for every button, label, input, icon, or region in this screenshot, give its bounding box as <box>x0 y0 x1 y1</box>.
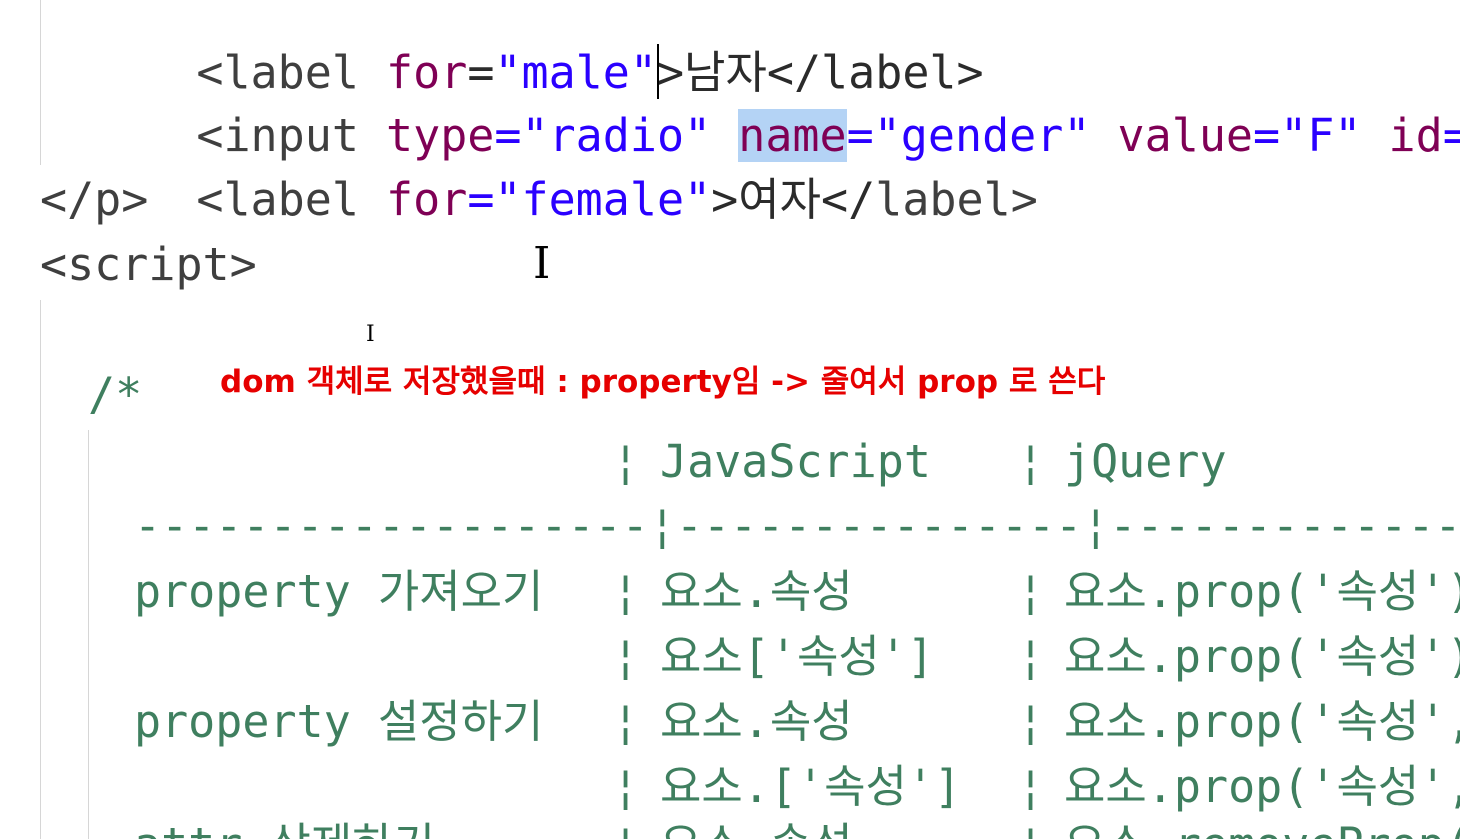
code-line: </p> <box>40 173 149 226</box>
table-divider: ¦ <box>1017 695 1045 748</box>
code-token: value <box>1090 109 1254 162</box>
code-token: label <box>223 173 359 226</box>
code-token: >여자</ <box>711 173 876 226</box>
annotation-text: dom 객체로 저장했을때 : property임 -> 줄여서 prop 로 … <box>220 364 1106 400</box>
table-divider: ¦ <box>612 435 640 488</box>
table-divider: ¦ <box>612 630 640 683</box>
table-cell-js: 요소.['속성'] <box>660 760 962 813</box>
table-row-label: property 설정하기 <box>134 695 544 748</box>
table-cell-jquery: 요소.prop('속성', <box>1064 695 1460 748</box>
table-separator: -------------------¦---------------¦----… <box>134 499 1460 552</box>
table-cell-js: 요소.속성 <box>660 565 853 618</box>
code-token: ="female" <box>467 173 712 226</box>
indent-guide <box>40 300 41 839</box>
text-cursor-icon: I <box>533 238 551 289</box>
code-token: id <box>1361 109 1443 162</box>
text-cursor-icon: I <box>366 322 375 347</box>
table-divider: ¦ <box>612 695 640 748</box>
comment-start: /* <box>88 368 143 421</box>
table-cell-js: 요소['속성'] <box>660 630 934 683</box>
table-cell-js: 요소.속성 <box>660 695 853 748</box>
table-divider: ¦ <box>612 760 640 813</box>
code-line: <input type="radio" name="gender" value=… <box>88 37 1460 162</box>
indent-guide <box>88 430 89 839</box>
table-cell-jquery: 요소.prop('속성') <box>1064 630 1460 683</box>
code-editor[interactable]: <label for="male">남자</label> <input type… <box>0 0 1460 839</box>
code-line: <label for="male">남자</label> <box>88 0 983 99</box>
table-cell-jquery: 요소.removeProp( <box>1064 815 1460 839</box>
text-caret <box>657 44 659 99</box>
table-cell-jquery: 요소.prop('속성') <box>1064 565 1460 618</box>
code-token: label> <box>875 173 1038 226</box>
table-divider: ¦ <box>1017 565 1045 618</box>
code-token: < <box>196 173 224 226</box>
table-cell-jquery: 요소.prop('속성', <box>1064 760 1460 813</box>
table-divider: ¦ <box>1017 435 1045 488</box>
table-header-javascript: JavaScript <box>660 435 931 488</box>
code-line: <label for="female">여자</label> <box>88 101 1037 226</box>
table-header-jquery: jQuery <box>1064 435 1227 488</box>
indent-guide <box>40 0 41 165</box>
table-divider: ¦ <box>612 565 640 618</box>
table-row-label: property 가져오기 <box>134 565 544 618</box>
table-divider: ¦ <box>1017 760 1045 813</box>
table-cell-js: 요소.속성 <box>660 815 853 839</box>
code-line: <script> <box>40 238 257 291</box>
code-token: for <box>358 173 468 226</box>
table-divider: ¦ <box>1017 815 1044 839</box>
table-divider: ¦ <box>612 815 639 839</box>
table-divider: ¦ <box>1017 630 1045 683</box>
code-token: ="female" <box>1442 109 1460 162</box>
code-token: ="F" <box>1253 109 1362 162</box>
table-row-label: attr 삭제하기 <box>134 815 435 839</box>
